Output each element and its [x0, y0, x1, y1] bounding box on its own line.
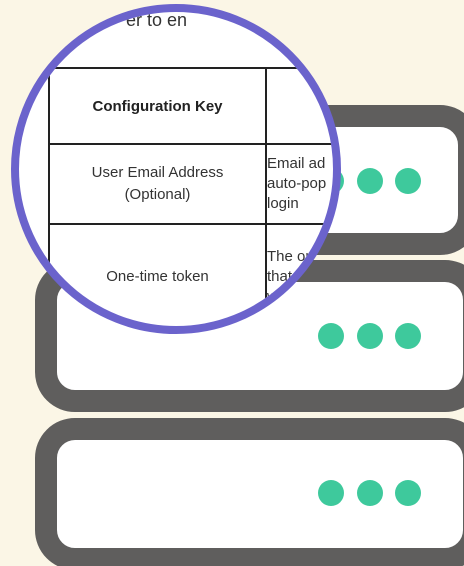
indicator-light	[357, 168, 383, 194]
indicator-light	[318, 480, 344, 506]
magnified-document: er to en Configuration Key User Email Ad…	[19, 10, 333, 326]
document-text-fragment: er to en	[126, 10, 188, 30]
indicator-light	[318, 323, 344, 349]
table-row: One-time token The on that t wa	[48, 223, 333, 326]
indicator-light	[357, 323, 383, 349]
desc-cell-token: The on that t wa	[265, 223, 333, 326]
indicator-light	[357, 480, 383, 506]
table-row: User Email Address (Optional) Email ad a…	[48, 143, 333, 225]
key-cell-token: One-time token	[48, 223, 267, 326]
indicator-light	[395, 323, 421, 349]
key-cell-email: User Email Address (Optional)	[48, 143, 267, 225]
desc-cell-email: Email ad auto-pop login	[265, 143, 333, 225]
table-header-row: Configuration Key	[48, 67, 333, 145]
configuration-table: Configuration Key User Email Address (Op…	[48, 67, 333, 326]
magnifier-lens: er to en Configuration Key User Email Ad…	[11, 4, 341, 334]
indicator-light	[395, 168, 421, 194]
header-configuration-key: Configuration Key	[48, 67, 267, 145]
indicator-light	[395, 480, 421, 506]
illustration-stage: er to en Configuration Key User Email Ad…	[0, 0, 464, 566]
header-description	[265, 67, 333, 145]
